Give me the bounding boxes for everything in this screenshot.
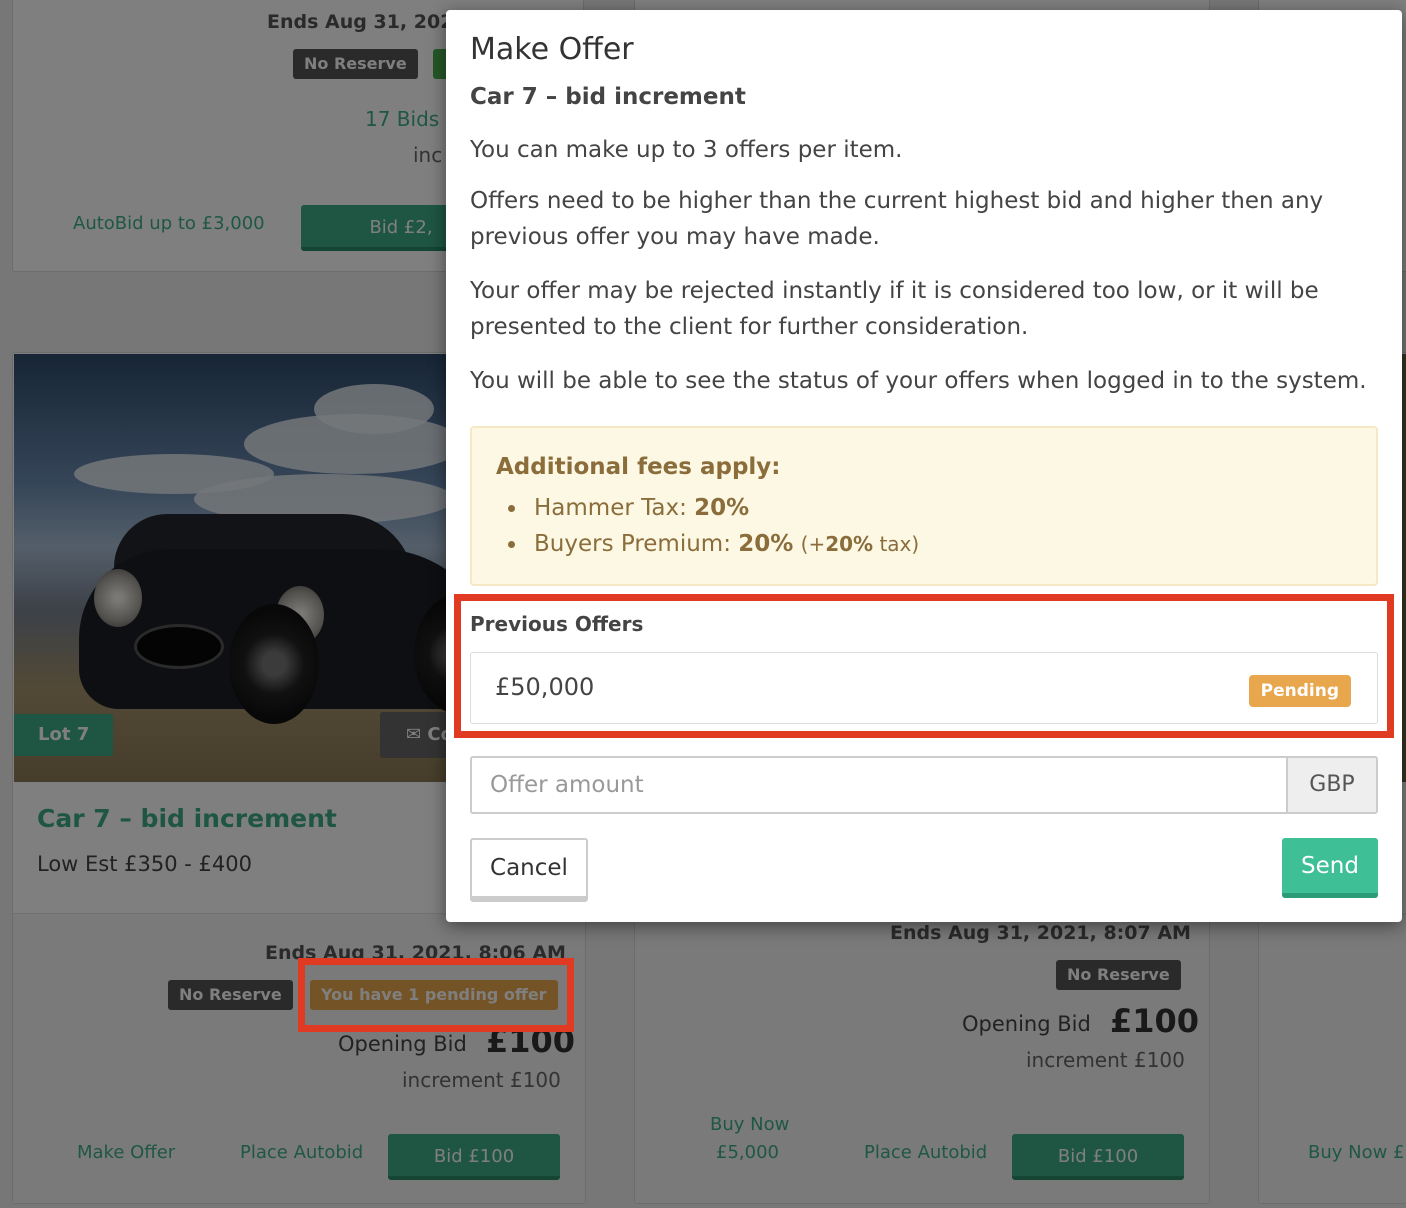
offer-rules-text: Offers need to be higher than the curren… bbox=[470, 188, 1324, 250]
offer-status-text: You will be able to see the status of yo… bbox=[470, 368, 1367, 394]
fee-item-hammer: Hammer Tax: 20% bbox=[528, 490, 919, 526]
fees-title: Additional fees apply: bbox=[496, 454, 781, 480]
currency-addon: GBP bbox=[1286, 756, 1378, 814]
fees-list: Hammer Tax: 20% Buyers Premium: 20% (+20… bbox=[528, 490, 919, 562]
offer-limit-text: You can make up to 3 offers per item. bbox=[470, 137, 903, 163]
offer-amount-input[interactable] bbox=[470, 756, 1288, 814]
offer-rejection-text: Your offer may be rejected instantly if … bbox=[470, 278, 1319, 340]
fee-item-premium: Buyers Premium: 20% (+20% tax) bbox=[528, 526, 919, 562]
cancel-button[interactable]: Cancel bbox=[470, 838, 588, 902]
send-button[interactable]: Send bbox=[1282, 838, 1378, 898]
make-offer-modal: Make Offer Car 7 – bid increment You can… bbox=[446, 10, 1402, 922]
modal-title: Make Offer bbox=[470, 32, 634, 67]
highlight-box-pending-badge bbox=[298, 958, 574, 1032]
fees-notice: Additional fees apply: Hammer Tax: 20% B… bbox=[470, 426, 1378, 586]
modal-item-name: Car 7 – bid increment bbox=[470, 84, 746, 110]
highlight-box-previous-offers bbox=[454, 594, 1394, 738]
